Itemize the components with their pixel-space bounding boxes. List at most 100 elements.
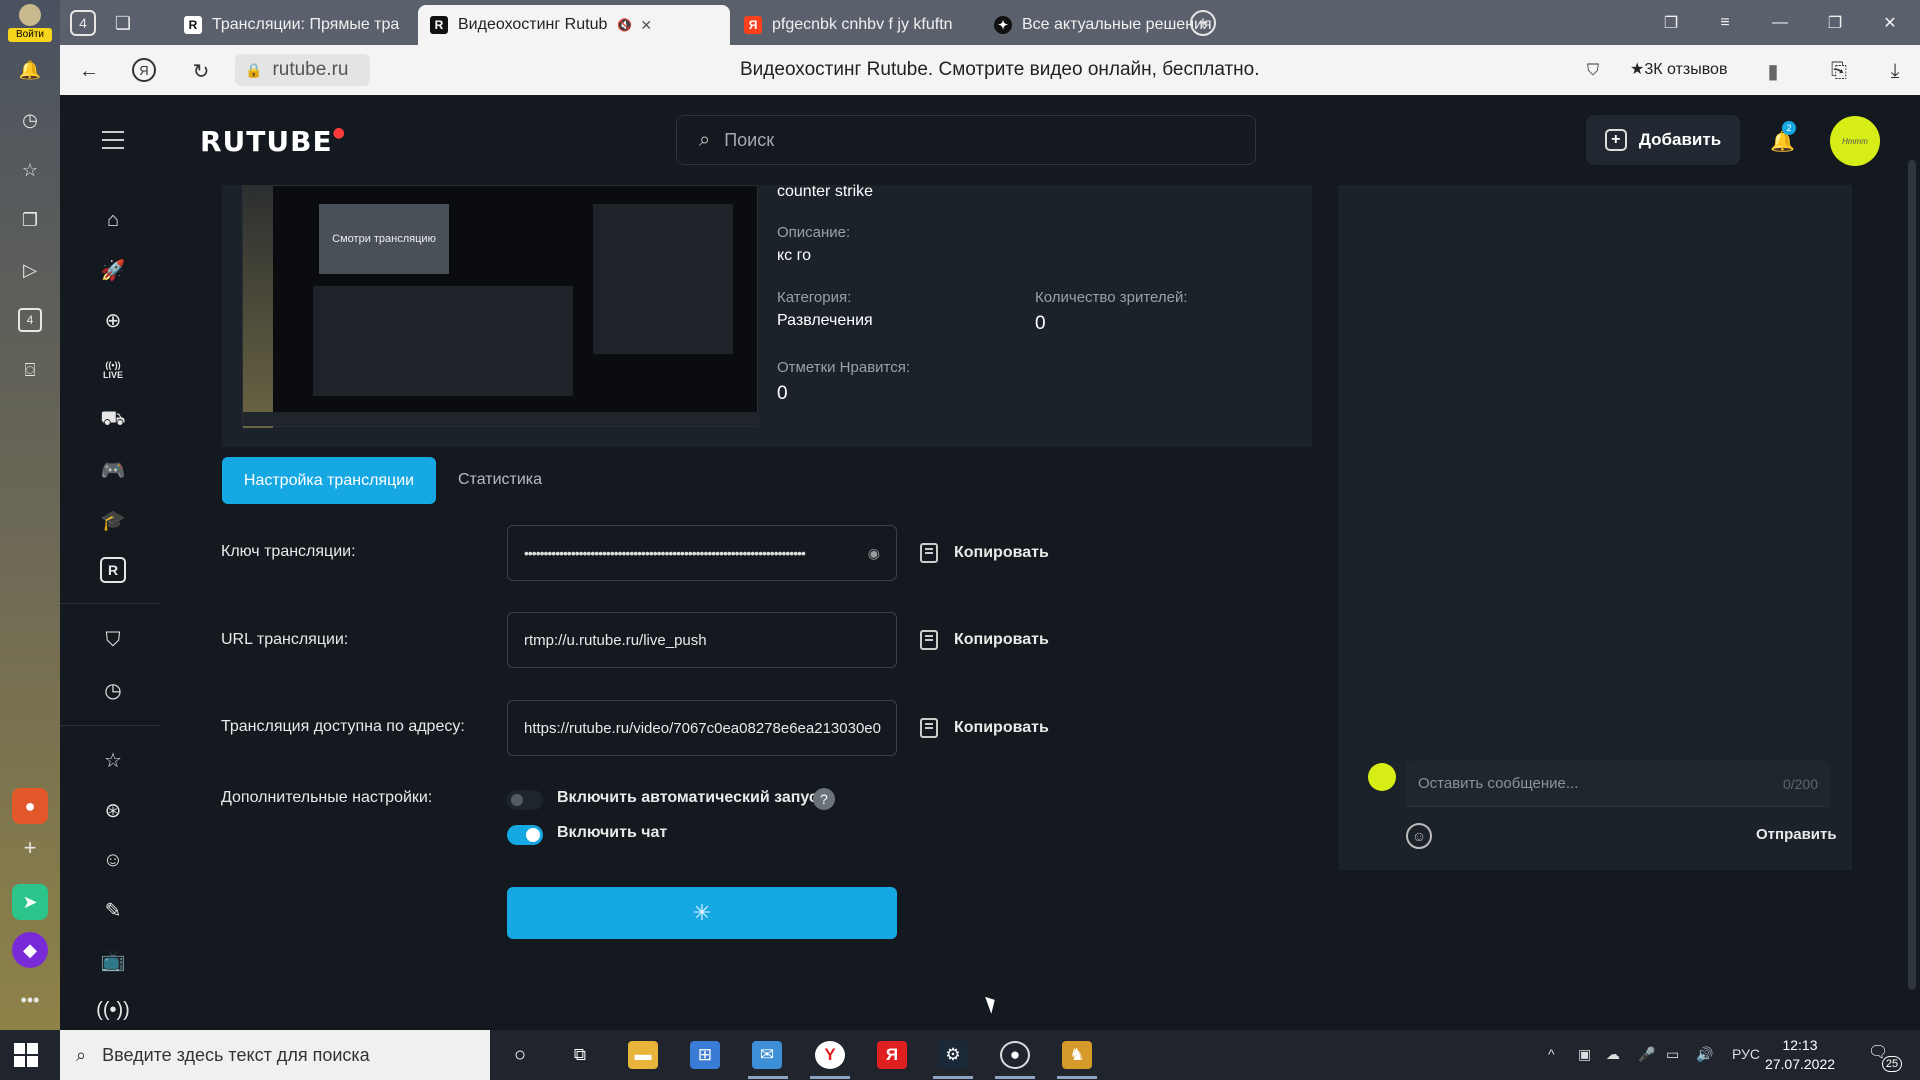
reviews-link[interactable]: ★3К отзывов: [1630, 59, 1727, 79]
network-icon[interactable]: ▭: [1666, 1046, 1679, 1063]
restore-button[interactable]: ❐: [1820, 10, 1850, 36]
star-icon[interactable]: ☆: [18, 158, 42, 182]
steam-icon[interactable]: ⚙: [938, 1041, 968, 1069]
cloud-icon[interactable]: ☁: [1606, 1046, 1620, 1063]
add-app-icon[interactable]: +: [18, 835, 42, 860]
car-icon[interactable]: ⛟: [100, 407, 126, 433]
star-icon[interactable]: ☆: [100, 747, 126, 773]
gamepad-icon[interactable]: 🎮: [100, 457, 126, 483]
more-icon[interactable]: •••: [18, 988, 42, 1012]
windows-start-icon[interactable]: [14, 1043, 38, 1067]
notifications-center-icon[interactable]: 🗨 25: [1868, 1042, 1902, 1072]
collections-button[interactable]: ❐: [1656, 10, 1686, 36]
stream-preview-thumbnail[interactable]: Смотри трансляцию: [242, 185, 759, 428]
tab-label: Видеохостинг Rutub: [458, 16, 608, 33]
rutube-logo[interactable]: RUTUBE●: [200, 125, 346, 158]
login-button[interactable]: Войти: [8, 28, 52, 42]
system-clock[interactable]: 12:13 27.07.2022: [1760, 1036, 1840, 1074]
microphone-icon[interactable]: 🎤: [1638, 1046, 1655, 1063]
copy-address-button[interactable]: Копировать: [920, 718, 1049, 738]
tab-stream-settings[interactable]: Настройка трансляции: [222, 457, 436, 504]
send-button[interactable]: Отправить: [1756, 826, 1837, 843]
stream-key-field[interactable]: ••••••••••••••••••••••••••••••••••••••••…: [507, 525, 897, 581]
home-tab-icon[interactable]: 4: [70, 10, 96, 36]
tab-count-icon[interactable]: 4: [18, 308, 42, 332]
history-icon[interactable]: ◷: [18, 108, 42, 132]
protect-icon[interactable]: ⛉: [1580, 58, 1606, 84]
profile-avatar: [19, 4, 41, 26]
public-address-field[interactable]: https://rutube.ru/video/7067c0ea08278e6e…: [507, 700, 897, 756]
sidebar-divider: [60, 603, 160, 604]
reload-icon[interactable]: ↻: [188, 58, 214, 84]
url-field[interactable]: 🔒 rutube.ru: [235, 54, 370, 86]
app-icon-messenger[interactable]: ➤: [12, 884, 48, 920]
add-button[interactable]: + Добавить: [1586, 115, 1740, 165]
counter-strike-icon[interactable]: ♞: [1062, 1041, 1092, 1069]
rutube-originals-icon[interactable]: R: [100, 557, 126, 583]
page-scrollbar[interactable]: [1908, 160, 1916, 990]
mute-icon[interactable]: 🔇: [617, 18, 632, 32]
history-icon[interactable]: ◷: [100, 677, 126, 703]
file-explorer-icon[interactable]: ▬: [628, 1041, 658, 1069]
browser-profile[interactable]: Войти: [6, 4, 54, 44]
copy-url-button[interactable]: Копировать: [920, 630, 1049, 650]
stream-url-field[interactable]: rtmp://u.rutube.ru/live_push: [507, 612, 897, 668]
camera-icon[interactable]: ⌼: [18, 358, 42, 382]
eye-hidden-icon[interactable]: ◉: [868, 545, 880, 562]
store-icon[interactable]: ⊞: [690, 1041, 720, 1069]
tab-rutube-active[interactable]: R Видеохостинг Rutub 🔇 ✕: [418, 5, 730, 45]
yandex-browser-icon[interactable]: Y: [815, 1041, 845, 1069]
rocket-icon[interactable]: 🚀: [100, 257, 126, 283]
task-view-icon[interactable]: ⧉: [565, 1041, 595, 1069]
cortana-icon[interactable]: ○: [505, 1041, 535, 1069]
emoji-icon[interactable]: ☺: [1406, 823, 1432, 849]
close-tab-icon[interactable]: ✕: [640, 17, 652, 34]
viewers-label: Количество зрителей:: [1035, 289, 1188, 306]
alice-icon[interactable]: ◆: [12, 932, 48, 968]
language-indicator[interactable]: РУС: [1732, 1046, 1760, 1062]
app-icon-game[interactable]: ●: [12, 788, 48, 824]
search-input[interactable]: ⌕ Поиск: [676, 115, 1256, 165]
copy-key-button[interactable]: Копировать: [920, 543, 1049, 563]
tv-icon[interactable]: 📺: [100, 947, 126, 973]
home-icon[interactable]: ⌂: [100, 207, 126, 233]
collections-icon[interactable]: ❐: [18, 208, 42, 232]
bookmark-icon[interactable]: ⛉: [100, 627, 126, 653]
mail-icon[interactable]: ✉: [752, 1041, 782, 1069]
tray-app-icon[interactable]: ▣: [1578, 1046, 1591, 1063]
back-icon[interactable]: ←: [76, 58, 102, 84]
autostart-toggle[interactable]: [507, 790, 543, 810]
pencil-icon[interactable]: ✎: [100, 897, 126, 923]
folder-icon[interactable]: ❏: [110, 10, 136, 36]
yandex-icon[interactable]: Я: [877, 1041, 907, 1069]
tab-statistics[interactable]: Статистика: [458, 471, 542, 489]
broadcast-icon[interactable]: ((•)): [96, 997, 130, 1023]
help-icon[interactable]: ?: [813, 788, 835, 810]
chat-toggle[interactable]: [507, 825, 543, 845]
basketball-icon[interactable]: ⊛: [100, 797, 126, 823]
smile-icon[interactable]: ☺: [100, 847, 126, 873]
volume-icon[interactable]: 🔊: [1696, 1046, 1713, 1063]
tray-expand-icon[interactable]: ^: [1548, 1046, 1555, 1062]
new-tab-button[interactable]: +: [1190, 10, 1216, 36]
globe-icon[interactable]: ⊕: [100, 307, 126, 333]
bookmark-icon[interactable]: ▮: [1760, 58, 1786, 84]
notifications-bell-icon[interactable]: 🔔 2: [1770, 121, 1796, 154]
user-avatar[interactable]: Hmmm: [1830, 116, 1880, 166]
share-icon[interactable]: ⎘: [1826, 58, 1852, 84]
download-icon[interactable]: ⤓: [1882, 58, 1908, 84]
yandex-icon[interactable]: Я: [132, 58, 156, 82]
menu-icon[interactable]: ≡: [1710, 10, 1740, 36]
education-icon[interactable]: 🎓: [100, 507, 126, 533]
live-icon[interactable]: ((•)) LIVE: [100, 355, 126, 385]
menu-burger-icon[interactable]: [102, 131, 124, 155]
minimize-button[interactable]: —: [1765, 10, 1795, 36]
close-window-button[interactable]: ✕: [1875, 10, 1905, 36]
tab-yandex-search[interactable]: Я pfgecnbk cnhbv f jy kfuftn: [732, 5, 990, 45]
save-settings-button[interactable]: ✳: [507, 887, 897, 939]
bell-icon[interactable]: 🔔: [18, 58, 42, 82]
chat-message-input[interactable]: Оставить сообщение... 0/200: [1406, 761, 1830, 807]
obs-icon[interactable]: ●: [1000, 1041, 1030, 1069]
taskbar-search[interactable]: ⌕ Введите здесь текст для поиска: [60, 1030, 490, 1080]
video-icon[interactable]: ▷: [18, 258, 42, 282]
